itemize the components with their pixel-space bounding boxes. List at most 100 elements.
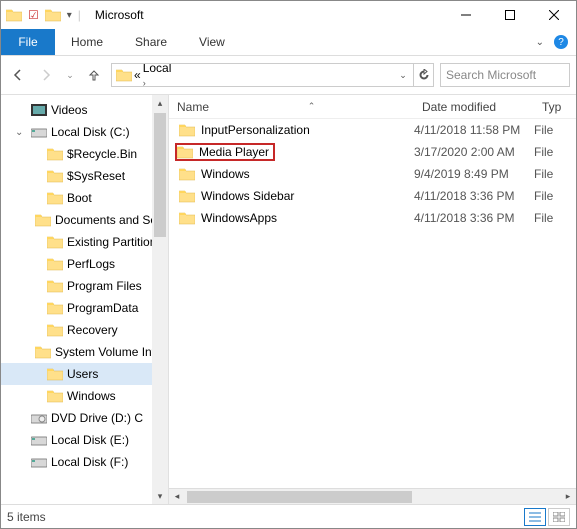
qat-folder-icon-2[interactable] <box>45 8 61 22</box>
folder-icon <box>179 189 195 203</box>
file-list: Name⌃ Date modified Typ InputPersonaliza… <box>169 95 576 504</box>
column-type[interactable]: Typ <box>534 95 576 118</box>
tree-item[interactable]: Windows <box>1 385 168 407</box>
chevron-right-icon[interactable]: › <box>143 78 146 87</box>
file-date: 4/11/2018 3:36 PM <box>414 189 534 203</box>
tree-item[interactable]: Program Files <box>1 275 168 297</box>
tree-item[interactable]: Documents and Settings <box>1 209 168 231</box>
divider: | <box>78 8 81 22</box>
help-icon[interactable]: ? <box>554 35 568 49</box>
file-row[interactable]: InputPersonalization4/11/2018 11:58 PMFi… <box>169 119 576 141</box>
scroll-right-icon[interactable]: ▸ <box>560 489 576 505</box>
breadcrumb-prefix[interactable]: « <box>134 68 141 82</box>
back-button[interactable] <box>7 64 29 86</box>
tree-item-label: Existing Partition <box>67 235 156 249</box>
tree-item[interactable]: Local Disk (F:) <box>1 451 168 473</box>
home-tab[interactable]: Home <box>55 29 119 55</box>
scroll-left-icon[interactable]: ◂ <box>169 489 185 505</box>
file-tab[interactable]: File <box>1 29 55 55</box>
status-bar: 5 items <box>1 504 576 528</box>
address-bar[interactable]: « AppData›Local›Microsoft› ⌄ <box>111 63 434 87</box>
folder-icon <box>179 123 195 137</box>
view-tab[interactable]: View <box>183 29 241 55</box>
tree-item[interactable]: ProgramData <box>1 297 168 319</box>
tree-item[interactable]: Videos <box>1 99 168 121</box>
tree-item[interactable]: PerfLogs <box>1 253 168 275</box>
file-row[interactable]: WindowsApps4/11/2018 3:36 PMFile <box>169 207 576 229</box>
drive-icon <box>31 455 47 469</box>
tree-item[interactable]: ⌄ Local Disk (C:) <box>1 121 168 143</box>
folder-icon <box>47 367 63 381</box>
ribbon-expand-icon[interactable]: ⌄ <box>536 37 544 48</box>
folder-icon <box>47 389 63 403</box>
horizontal-scrollbar[interactable]: ◂ ▸ <box>169 488 576 504</box>
scroll-thumb[interactable] <box>187 491 412 503</box>
share-tab[interactable]: Share <box>119 29 183 55</box>
file-date: 4/11/2018 11:58 PM <box>414 123 534 137</box>
folder-icon <box>47 147 63 161</box>
navigation-bar: ⌄ « AppData›Local›Microsoft› ⌄ Search Mi… <box>1 56 576 94</box>
file-row[interactable]: Windows 9/4/2019 8:49 PMFile <box>169 163 576 185</box>
address-folder-icon <box>116 68 132 82</box>
folder-icon <box>47 169 63 183</box>
tree-item[interactable]: $SysReset <box>1 165 168 187</box>
tree-item[interactable]: $Recycle.Bin <box>1 143 168 165</box>
tree-item-label: Local Disk (C:) <box>51 125 130 139</box>
file-row[interactable]: Windows Sidebar4/11/2018 3:36 PMFile <box>169 185 576 207</box>
sort-asc-icon: ⌃ <box>308 101 316 112</box>
qat-checkbox-icon[interactable]: ☑ <box>28 8 39 22</box>
tree-item-label: Program Files <box>67 279 142 293</box>
tree-scrollbar[interactable]: ▴ ▾ <box>152 95 168 504</box>
tree-item[interactable]: Local Disk (E:) <box>1 429 168 451</box>
file-name: Windows <box>201 167 250 181</box>
tree-item-label: Boot <box>67 191 92 205</box>
column-date[interactable]: Date modified <box>414 95 534 118</box>
tree-item[interactable]: DVD Drive (D:) C <box>1 407 168 429</box>
tree-item-label: Windows <box>67 389 116 403</box>
file-row[interactable]: Media Player3/17/2020 2:00 AMFile <box>169 141 576 163</box>
folder-icon <box>177 145 193 159</box>
close-button[interactable] <box>532 1 576 29</box>
maximize-button[interactable] <box>488 1 532 29</box>
drive-icon <box>31 433 47 447</box>
scroll-down-icon[interactable]: ▾ <box>152 488 168 504</box>
search-input[interactable]: Search Microsoft <box>440 63 570 87</box>
tree-item-label: $Recycle.Bin <box>67 147 137 161</box>
recent-button[interactable]: ⌄ <box>63 64 77 86</box>
file-date: 9/4/2019 8:49 PM <box>414 167 534 181</box>
icons-view-button[interactable] <box>548 508 570 526</box>
details-view-button[interactable] <box>524 508 546 526</box>
tree-item-label: Users <box>67 367 98 381</box>
refresh-button[interactable] <box>413 64 433 86</box>
file-name: InputPersonalization <box>201 123 310 137</box>
forward-button[interactable] <box>35 64 57 86</box>
breadcrumb-item[interactable]: Local <box>143 63 192 75</box>
scroll-thumb[interactable] <box>154 113 166 237</box>
minimize-button[interactable] <box>444 1 488 29</box>
qat-folder-icon[interactable] <box>6 8 22 22</box>
up-button[interactable] <box>83 64 105 86</box>
folder-icon <box>179 211 195 225</box>
tree-item-label: DVD Drive (D:) C <box>51 411 143 425</box>
folder-icon <box>47 235 63 249</box>
column-name[interactable]: Name⌃ <box>169 95 414 118</box>
tree-item-label: PerfLogs <box>67 257 115 271</box>
qat-overflow-icon[interactable]: ▾ <box>67 10 72 21</box>
file-type: File <box>534 167 576 181</box>
disk-icon <box>31 125 47 139</box>
tree-item[interactable]: System Volume Information <box>1 341 168 363</box>
folder-icon <box>47 279 63 293</box>
address-dropdown-button[interactable]: ⌄ <box>393 64 413 86</box>
scroll-up-icon[interactable]: ▴ <box>152 95 168 111</box>
tree-item[interactable]: Recovery <box>1 319 168 341</box>
folder-icon <box>47 257 63 271</box>
column-headers: Name⌃ Date modified Typ <box>169 95 576 119</box>
navigation-tree[interactable]: Videos ⌄ Local Disk (C:) $Recycle.Bin $SysRe… <box>1 95 169 504</box>
tree-item[interactable]: Existing Partition <box>1 231 168 253</box>
dvd-icon <box>31 411 47 425</box>
tree-item[interactable]: Boot <box>1 187 168 209</box>
tree-item[interactable]: Users <box>1 363 168 385</box>
file-name: WindowsApps <box>201 211 277 225</box>
folder-icon <box>35 345 51 359</box>
expander-icon[interactable]: ⌄ <box>15 127 27 138</box>
